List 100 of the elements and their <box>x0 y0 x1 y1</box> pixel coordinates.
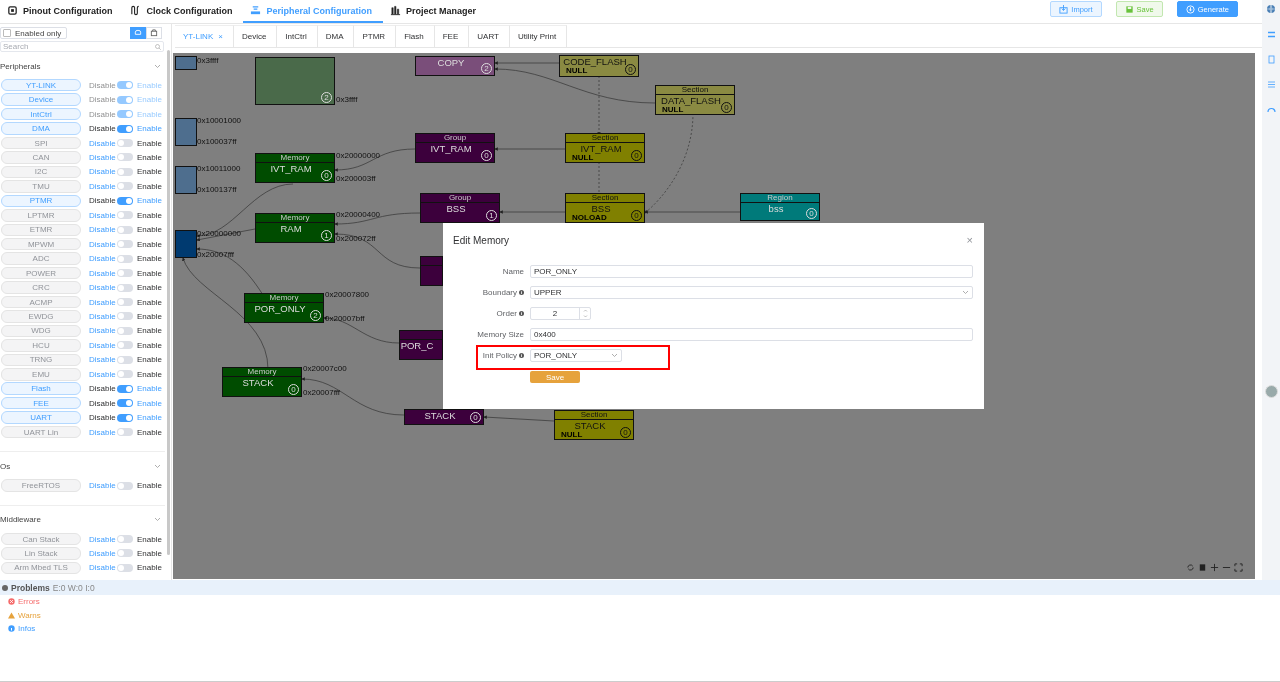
save-button[interactable]: Save <box>530 371 580 383</box>
toggle-switch[interactable] <box>117 481 133 490</box>
memory-block[interactable] <box>175 166 197 194</box>
nav-tab[interactable]: Pinout Configuration <box>0 0 124 23</box>
toggle-switch[interactable] <box>117 326 133 335</box>
module-name[interactable]: WDG <box>1 324 81 338</box>
group-node[interactable]: Group IVT_RAM 0 <box>415 133 495 163</box>
nav-tab[interactable]: Peripheral Configuration <box>243 0 383 23</box>
section-node[interactable]: Section BSS NOLOAD 0 <box>565 193 645 223</box>
memory-block[interactable] <box>175 230 197 258</box>
avatar[interactable] <box>1264 385 1278 398</box>
toggle-switch[interactable] <box>117 298 133 306</box>
editor-tab[interactable]: DMA <box>317 25 355 47</box>
module-name[interactable]: Can Stack <box>1 532 81 546</box>
editor-tab[interactable]: Device <box>233 25 278 47</box>
toggle-switch[interactable] <box>117 225 133 234</box>
group-node[interactable]: COPY 2 <box>415 56 495 76</box>
section-node[interactable]: CODE_FLASH NULL 0 <box>559 55 639 77</box>
input-field[interactable]: POR_ONLY <box>530 265 973 278</box>
caret-down-icon[interactable] <box>582 314 588 318</box>
globe-icon[interactable] <box>1266 4 1276 14</box>
module-name[interactable]: EMU <box>1 368 81 381</box>
problem-category[interactable]: Errors <box>18 597 40 607</box>
toggle-switch[interactable] <box>117 153 133 162</box>
memory-block[interactable] <box>175 56 197 70</box>
toggle-switch[interactable] <box>117 124 133 133</box>
input-field[interactable]: 0x400 <box>530 328 973 341</box>
group-node[interactable]: STACK 0 <box>404 409 484 425</box>
select-field[interactable]: UPPER <box>530 286 973 299</box>
toggle-switch[interactable] <box>117 167 133 176</box>
module-name[interactable]: SPI <box>1 136 81 150</box>
module-name[interactable]: POWER <box>1 266 81 280</box>
toggle-switch[interactable] <box>117 370 133 379</box>
module-name[interactable]: TMU <box>1 180 81 193</box>
memory-node[interactable]: Memory POR_ONLY 2 <box>244 293 324 323</box>
toggle-switch[interactable] <box>117 563 133 572</box>
editor-tab[interactable]: PTMR <box>354 25 397 47</box>
chevron-icon[interactable] <box>154 63 161 69</box>
toggle-switch[interactable] <box>117 341 133 350</box>
module-name[interactable]: Flash <box>1 382 81 395</box>
module-name[interactable]: ACMP <box>1 295 81 309</box>
problem-category[interactable]: Infos <box>18 624 36 634</box>
enabled-only-checkbox[interactable]: Enabled only <box>0 27 68 39</box>
zoom-in-icon[interactable] <box>1210 563 1219 572</box>
memory-node[interactable]: Memory IVT_RAM 0 <box>255 153 335 183</box>
menu-icon[interactable] <box>1266 80 1276 89</box>
group-node[interactable] <box>420 256 443 286</box>
select-field[interactable]: POR_ONLY <box>530 349 622 362</box>
caret-up-icon[interactable] <box>582 309 588 313</box>
toggle-switch[interactable] <box>117 399 133 408</box>
number-field[interactable]: 2 <box>530 307 591 320</box>
toggle-switch[interactable] <box>117 196 133 205</box>
module-name[interactable]: MPWM <box>1 237 81 251</box>
module-name[interactable]: Arm Mbed TLS <box>1 561 81 575</box>
section-node[interactable]: Section IVT_RAM NULL 0 <box>565 133 645 163</box>
fullscreen-icon[interactable] <box>1234 563 1243 572</box>
toggle-switch[interactable] <box>117 211 133 220</box>
list-icon[interactable] <box>1266 30 1276 39</box>
module-name[interactable]: UART <box>1 411 81 424</box>
toggle-switch[interactable] <box>117 269 133 278</box>
editor-tab[interactable]: Utility Print <box>509 25 568 47</box>
toggle-switch[interactable] <box>117 182 133 191</box>
editor-tab[interactable]: Flash <box>396 25 435 47</box>
view-toggle-button[interactable] <box>130 27 146 39</box>
region-node[interactable]: Region bss 0 <box>740 193 820 221</box>
memory-node[interactable]: Memory RAM 1 <box>255 213 335 243</box>
toggle-switch[interactable] <box>117 355 133 364</box>
nav-tab[interactable]: Project Manager <box>383 0 488 23</box>
close-icon[interactable]: × <box>218 32 223 41</box>
close-icon[interactable]: × <box>966 234 973 246</box>
editor-tab[interactable]: IntCtrl <box>277 25 318 47</box>
module-name[interactable]: DMA <box>1 122 81 135</box>
refresh-icon[interactable] <box>1186 563 1195 572</box>
toggle-switch[interactable] <box>117 254 133 263</box>
toggle-switch[interactable] <box>117 312 133 321</box>
editor-tab[interactable]: FEE <box>434 25 470 47</box>
toggle-switch[interactable] <box>117 428 133 437</box>
toggle-switch[interactable] <box>117 283 133 292</box>
nav-tab[interactable]: Clock Configuration <box>123 0 244 23</box>
toggle-switch[interactable] <box>117 139 133 148</box>
toggle-switch[interactable] <box>117 384 133 393</box>
toggle-switch[interactable] <box>117 549 133 558</box>
module-name[interactable]: UART Lin <box>1 425 81 439</box>
problem-category[interactable]: Warns <box>18 610 41 620</box>
document-icon[interactable] <box>1266 55 1276 64</box>
group-node[interactable]: Group BSS 1 <box>420 193 500 223</box>
module-name[interactable]: FEE <box>1 396 81 410</box>
module-name[interactable]: ADC <box>1 252 81 265</box>
section-node[interactable]: Section STACK NULL 0 <box>554 410 634 440</box>
module-name[interactable]: PTMR <box>1 194 81 208</box>
search-field[interactable]: Search <box>0 41 164 52</box>
module-name[interactable]: HCU <box>1 339 81 352</box>
module-name[interactable]: CAN <box>1 151 81 164</box>
module-name[interactable]: LPTMR <box>1 209 81 222</box>
module-name[interactable]: CRC <box>1 281 81 294</box>
module-name[interactable]: Lin Stack <box>1 547 81 560</box>
editor-tab[interactable]: UART <box>469 25 510 47</box>
memory-node[interactable]: Memory STACK 0 <box>222 367 302 397</box>
memory-block[interactable] <box>175 118 197 146</box>
memory-node[interactable]: 2 <box>255 57 335 105</box>
